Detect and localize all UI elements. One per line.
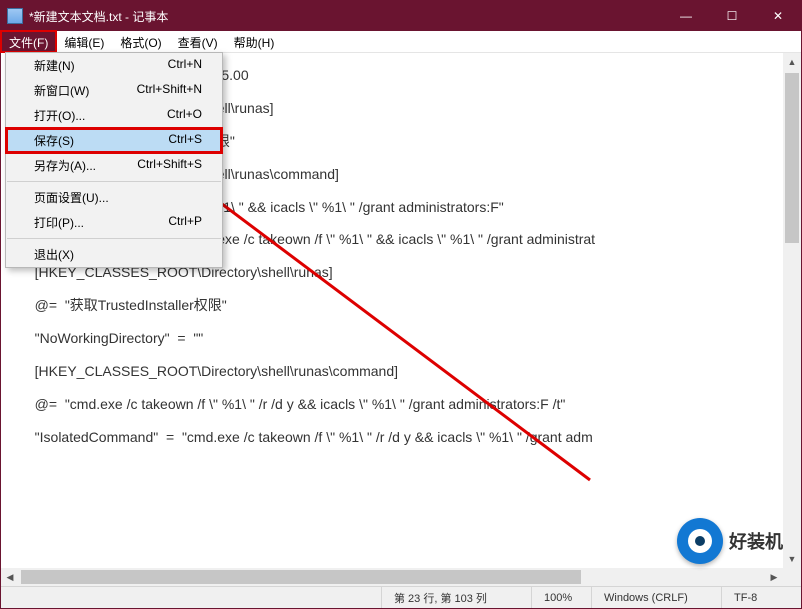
menu-file[interactable]: 文件(F) xyxy=(1,31,56,52)
menu-separator xyxy=(7,181,221,182)
menu-item[interactable]: 退出(X) xyxy=(6,242,222,267)
menu-view[interactable]: 查看(V) xyxy=(170,31,226,52)
menu-item-label: 页面设置(U)... xyxy=(34,189,109,206)
menu-item-label: 打开(O)... xyxy=(34,107,85,124)
close-button[interactable]: ✕ xyxy=(755,1,801,31)
status-encoding: TF-8 xyxy=(721,587,801,608)
watermark-badge-icon xyxy=(677,518,723,564)
menu-item-shortcut: Ctrl+N xyxy=(168,57,202,74)
menu-separator xyxy=(7,238,221,239)
watermark-text: 好装机 xyxy=(729,528,783,554)
scroll-right-icon[interactable]: ▶ xyxy=(765,568,783,586)
status-zoom: 100% xyxy=(531,587,591,608)
title-bar[interactable]: *新建文本文档.txt - 记事本 — ☐ ✕ xyxy=(1,1,801,31)
menu-item[interactable]: 打印(P)... Ctrl+P xyxy=(6,210,222,235)
menu-item-label: 新窗口(W) xyxy=(34,82,89,99)
status-bar: 第 23 行, 第 103 列 100% Windows (CRLF) TF-8 xyxy=(1,586,801,608)
menu-item-shortcut: Ctrl+S xyxy=(168,132,202,149)
scroll-corner xyxy=(783,568,801,586)
menu-item[interactable]: 打开(O)... Ctrl+O xyxy=(6,103,222,128)
scroll-up-icon[interactable]: ▲ xyxy=(783,53,801,71)
window-title: *新建文本文档.txt - 记事本 xyxy=(29,8,663,25)
scroll-down-icon[interactable]: ▼ xyxy=(783,550,801,568)
menu-item-label: 另存为(A)... xyxy=(34,157,96,174)
menu-edit[interactable]: 编辑(E) xyxy=(56,31,112,52)
menu-item-shortcut: Ctrl+Shift+S xyxy=(137,157,202,174)
menu-item[interactable]: 保存(S) Ctrl+S xyxy=(6,128,222,153)
minimize-button[interactable]: — xyxy=(663,1,709,31)
maximize-button[interactable]: ☐ xyxy=(709,1,755,31)
menu-item-label: 退出(X) xyxy=(34,246,74,263)
menu-item-label: 保存(S) xyxy=(34,132,74,149)
status-line-ending: Windows (CRLF) xyxy=(591,587,721,608)
menu-item-label: 新建(N) xyxy=(34,57,75,74)
menu-item[interactable]: 另存为(A)... Ctrl+Shift+S xyxy=(6,153,222,178)
status-position: 第 23 行, 第 103 列 xyxy=(381,587,531,608)
vertical-scroll-track[interactable] xyxy=(783,71,801,550)
scroll-left-icon[interactable]: ◀ xyxy=(1,568,19,586)
file-menu-dropdown: 新建(N) Ctrl+N 新窗口(W) Ctrl+Shift+N 打开(O)... Ctr… xyxy=(5,52,223,268)
menu-bar: 文件(F)编辑(E)格式(O)查看(V)帮助(H) xyxy=(1,31,801,53)
status-spacer xyxy=(1,587,381,608)
window-controls: — ☐ ✕ xyxy=(663,1,801,31)
horizontal-scroll-track[interactable] xyxy=(19,568,765,586)
menu-item-label: 打印(P)... xyxy=(34,214,84,231)
horizontal-scrollbar[interactable]: ◀ ▶ xyxy=(1,568,783,586)
watermark: 好装机 xyxy=(677,518,783,564)
app-icon xyxy=(7,8,23,24)
menu-item-shortcut: Ctrl+P xyxy=(168,214,202,231)
menu-format[interactable]: 格式(O) xyxy=(112,31,169,52)
vertical-scrollbar[interactable]: ▲ ▼ xyxy=(783,53,801,568)
menu-item[interactable]: 新建(N) Ctrl+N xyxy=(6,53,222,78)
menu-help[interactable]: 帮助(H) xyxy=(226,31,283,52)
menu-item[interactable]: 新窗口(W) Ctrl+Shift+N xyxy=(6,78,222,103)
vertical-scroll-thumb[interactable] xyxy=(785,73,799,243)
menu-item-shortcut: Ctrl+O xyxy=(167,107,202,124)
menu-item-shortcut: Ctrl+Shift+N xyxy=(137,82,202,99)
horizontal-scroll-thumb[interactable] xyxy=(21,570,581,584)
menu-item[interactable]: 页面设置(U)... xyxy=(6,185,222,210)
